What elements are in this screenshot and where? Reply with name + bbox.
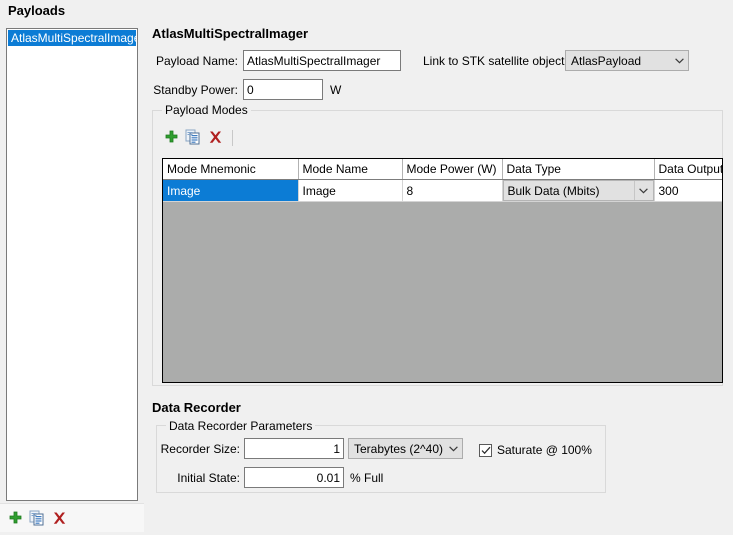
column-header-mnemonic[interactable]: Mode Mnemonic bbox=[163, 159, 298, 180]
cell-mode-power[interactable]: 8 bbox=[402, 180, 502, 202]
list-item-payload[interactable]: AtlasMultiSpectralImager bbox=[8, 30, 136, 46]
cell-data-type[interactable]: Bulk Data (Mbits) bbox=[502, 180, 654, 202]
data-recorder-title: Data Recorder bbox=[152, 400, 241, 415]
data-type-dropdown[interactable]: Bulk Data (Mbits) bbox=[503, 180, 654, 201]
data-recorder-group-label: Data Recorder Parameters bbox=[166, 419, 315, 433]
table-header-row: Mode Mnemonic Mode Name Mode Power (W) D… bbox=[163, 159, 722, 180]
recorder-size-input[interactable] bbox=[244, 438, 344, 459]
cell-data-output[interactable]: 300 bbox=[654, 180, 722, 202]
saturate-checkbox-wrap[interactable]: Saturate @ 100% bbox=[479, 443, 592, 457]
recorder-size-unit-dropdown[interactable]: Terabytes (2^40) bbox=[348, 438, 463, 459]
standby-power-label: Standby Power: bbox=[138, 83, 238, 97]
payloads-window: Payloads AtlasMultiSpectralImager bbox=[0, 0, 733, 535]
payload-name-input[interactable] bbox=[243, 50, 401, 71]
copy-mode-button[interactable] bbox=[182, 126, 204, 148]
link-stk-value: AtlasPayload bbox=[571, 54, 671, 68]
recorder-size-label: Recorder Size: bbox=[155, 442, 240, 456]
link-stk-label: Link to STK satellite object: bbox=[423, 54, 568, 68]
payload-list-toolbar bbox=[0, 503, 144, 532]
standby-power-unit: W bbox=[330, 83, 341, 97]
chevron-down-icon bbox=[445, 446, 462, 452]
copy-icon bbox=[185, 129, 201, 145]
initial-state-input[interactable] bbox=[244, 467, 344, 488]
payload-listbox[interactable]: AtlasMultiSpectralImager bbox=[6, 28, 138, 501]
copy-icon bbox=[29, 510, 45, 526]
payload-name-label: Payload Name: bbox=[138, 54, 238, 68]
close-x-icon bbox=[208, 130, 223, 145]
delete-mode-button[interactable] bbox=[204, 126, 226, 148]
initial-state-label: Initial State: bbox=[155, 471, 240, 485]
detail-heading: AtlasMultiSpectralImager bbox=[152, 26, 308, 41]
table-row[interactable]: Image Image 8 Bulk Data (Mbits) 300 bbox=[163, 180, 722, 202]
plus-icon bbox=[164, 130, 179, 145]
column-header-datatype[interactable]: Data Type bbox=[502, 159, 654, 180]
column-header-power[interactable]: Mode Power (W) bbox=[402, 159, 502, 180]
standby-power-input[interactable] bbox=[243, 79, 323, 100]
copy-payload-button[interactable] bbox=[26, 507, 48, 529]
payload-modes-grid[interactable]: Mode Mnemonic Mode Name Mode Power (W) D… bbox=[162, 158, 723, 383]
saturate-checkbox[interactable] bbox=[479, 444, 492, 457]
page-title: Payloads bbox=[8, 3, 65, 18]
chevron-down-icon bbox=[671, 58, 688, 64]
column-header-name[interactable]: Mode Name bbox=[298, 159, 402, 180]
modes-table: Mode Mnemonic Mode Name Mode Power (W) D… bbox=[163, 159, 723, 202]
cell-mode-name[interactable]: Image bbox=[298, 180, 402, 202]
initial-state-unit: % Full bbox=[350, 471, 383, 485]
recorder-size-unit-value: Terabytes (2^40) bbox=[354, 442, 445, 456]
check-icon bbox=[481, 446, 491, 455]
close-x-icon bbox=[52, 511, 67, 526]
add-payload-button[interactable] bbox=[4, 507, 26, 529]
payload-modes-group-label: Payload Modes bbox=[162, 103, 251, 117]
saturate-label: Saturate @ 100% bbox=[497, 443, 592, 457]
link-stk-dropdown[interactable]: AtlasPayload bbox=[565, 50, 689, 71]
data-type-value: Bulk Data (Mbits) bbox=[508, 184, 634, 198]
column-header-dataoutput[interactable]: Data Output bbox=[654, 159, 722, 180]
toolbar-separator bbox=[232, 130, 233, 146]
plus-icon bbox=[8, 511, 23, 526]
add-mode-button[interactable] bbox=[160, 126, 182, 148]
delete-payload-button[interactable] bbox=[48, 507, 70, 529]
cell-mode-mnemonic[interactable]: Image bbox=[163, 180, 298, 202]
chevron-down-icon bbox=[634, 181, 653, 200]
